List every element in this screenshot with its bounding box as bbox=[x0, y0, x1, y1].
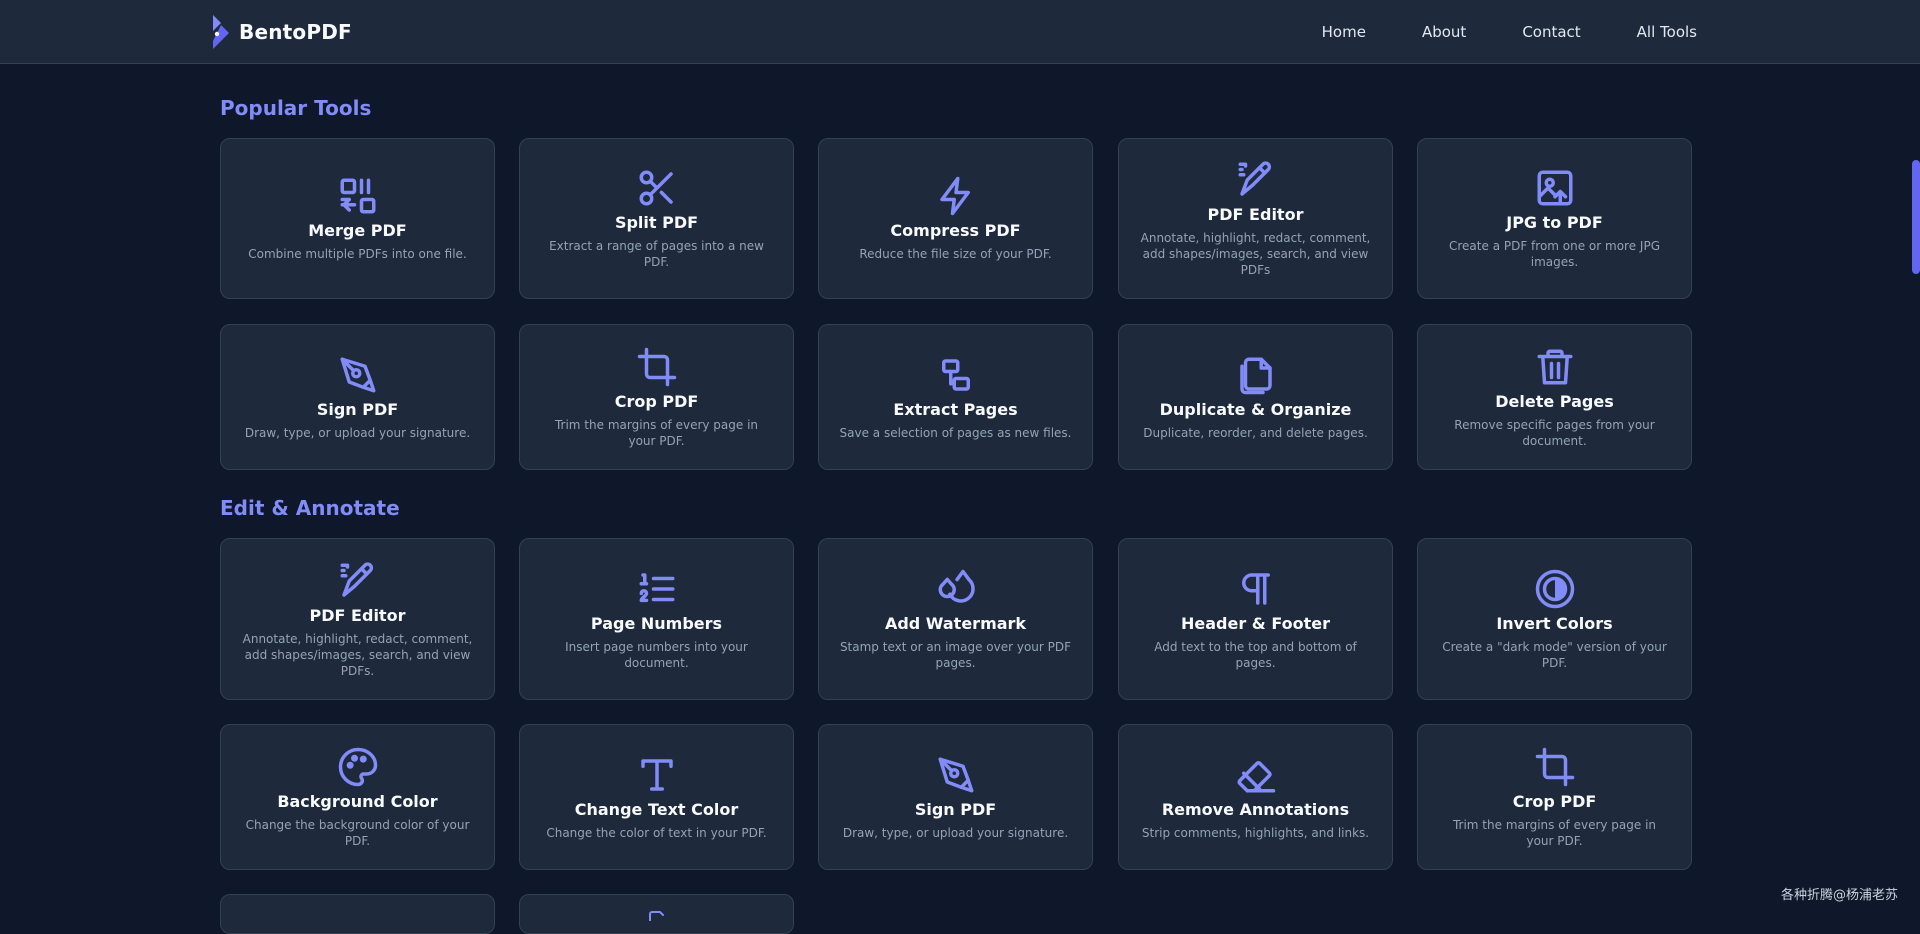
contrast-icon bbox=[1534, 568, 1576, 610]
tool-card-change-text-color[interactable]: Change Text Color Change the color of te… bbox=[519, 724, 794, 870]
tool-title: Invert Colors bbox=[1496, 613, 1613, 633]
tool-title: Compress PDF bbox=[890, 221, 1021, 240]
tool-title: Change Text Color bbox=[574, 799, 739, 819]
tool-card-jpg-to-pdf[interactable]: JPG to PDF Create a PDF from one or more… bbox=[1417, 138, 1692, 299]
bentopdf-logo-icon bbox=[213, 15, 229, 49]
tool-desc: Remove specific pages from your document… bbox=[1454, 417, 1655, 448]
tool-card-duplicate-organize[interactable]: Duplicate & Organize Duplicate, reorder,… bbox=[1118, 324, 1393, 470]
tool-title: Header & Footer bbox=[1181, 613, 1330, 633]
palette-icon bbox=[337, 746, 379, 788]
tool-card-add-watermark[interactable]: Add Watermark Stamp text or an image ove… bbox=[818, 538, 1093, 700]
tool-desc: Draw, type, or upload your signature. bbox=[244, 425, 471, 440]
top-navbar: BentoPDF Home About Contact All Tools bbox=[0, 0, 1920, 64]
tool-desc: Duplicate, reorder, and delete pages. bbox=[1143, 425, 1368, 440]
tool-title: PDF Editor bbox=[309, 605, 406, 625]
tool-desc: Add text to the top and bottom of pages. bbox=[1154, 639, 1357, 670]
section-title-popular: Popular Tools bbox=[220, 96, 372, 120]
tool-card-crop-pdf[interactable]: Crop PDF Trim the margins of every page … bbox=[519, 324, 794, 470]
tool-title: Remove Annotations bbox=[1161, 799, 1350, 819]
tool-desc: Create a "dark mode" version of your PDF… bbox=[1442, 639, 1667, 670]
nav-contact[interactable]: Contact bbox=[1522, 23, 1580, 41]
tool-card-invert-colors[interactable]: Invert Colors Create a "dark mode" versi… bbox=[1417, 538, 1692, 700]
nav-home[interactable]: Home bbox=[1322, 23, 1366, 41]
tool-title: Extract Pages bbox=[893, 399, 1018, 419]
tool-title: Add Watermark bbox=[884, 613, 1027, 633]
tool-desc: Annotate, highlight, redact, comment, ad… bbox=[242, 631, 473, 678]
tool-card-header-footer[interactable]: Header & Footer Add text to the top and … bbox=[1118, 538, 1393, 700]
tool-title: Delete Pages bbox=[1495, 391, 1614, 411]
tool-card-sign-pdf[interactable]: Sign PDF Draw, type, or upload your sign… bbox=[818, 724, 1093, 870]
signature-pen-icon bbox=[337, 354, 379, 396]
type-icon bbox=[636, 754, 678, 796]
signature-pen-icon bbox=[935, 754, 977, 796]
crop-icon bbox=[636, 346, 678, 388]
tool-desc: Save a selection of pages as new files. bbox=[839, 425, 1072, 440]
tool-title: Sign PDF bbox=[914, 799, 997, 819]
brand[interactable]: BentoPDF bbox=[209, 14, 352, 50]
copy-files-icon bbox=[1235, 354, 1277, 396]
nav-all-tools[interactable]: All Tools bbox=[1637, 23, 1697, 41]
tool-card-crop-pdf[interactable]: Crop PDF Trim the margins of every page … bbox=[1417, 724, 1692, 870]
tool-card-sign-pdf[interactable]: Sign PDF Draw, type, or upload your sign… bbox=[220, 324, 495, 470]
tool-desc: Create a PDF from one or more JPG images… bbox=[1449, 239, 1660, 269]
tool-title: Sign PDF bbox=[316, 399, 399, 419]
tool-card-pdf-editor[interactable]: PDF Editor Annotate, highlight, redact, … bbox=[220, 538, 495, 700]
watermark-text: 各种折腾@杨浦老苏 bbox=[1780, 888, 1898, 903]
tool-desc: Draw, type, or upload your signature. bbox=[842, 825, 1069, 840]
tool-card-split-pdf[interactable]: Split PDF Extract a range of pages into … bbox=[519, 138, 794, 299]
tool-card-extract-pages[interactable]: Extract Pages Save a selection of pages … bbox=[818, 324, 1093, 470]
tool-desc: Extract a range of pages into a new PDF. bbox=[549, 239, 764, 269]
main-nav: Home About Contact All Tools bbox=[1322, 0, 1697, 64]
tool-card-page-numbers[interactable]: Page Numbers Insert page numbers into yo… bbox=[519, 538, 794, 700]
tool-title: Merge PDF bbox=[308, 221, 407, 240]
tool-title: PDF Editor bbox=[1207, 205, 1304, 224]
extract-squares-icon bbox=[935, 354, 977, 396]
tool-desc: Trim the margins of every page in your P… bbox=[554, 417, 759, 448]
eraser-icon bbox=[1235, 754, 1277, 796]
image-upload-icon bbox=[1534, 167, 1576, 209]
scissors-icon bbox=[636, 167, 678, 209]
tool-desc: Strip comments, highlights, and links. bbox=[1141, 825, 1370, 840]
tool-title: Background Color bbox=[277, 791, 438, 811]
droplets-icon bbox=[935, 568, 977, 610]
tool-title: JPG to PDF bbox=[1506, 213, 1603, 232]
file-edit-icon bbox=[648, 911, 664, 921]
merge-icon bbox=[337, 175, 379, 217]
tool-title: Crop PDF bbox=[1512, 791, 1597, 811]
tool-title: Split PDF bbox=[614, 213, 699, 232]
tool-title: Duplicate & Organize bbox=[1159, 399, 1352, 419]
numbered-list-icon bbox=[636, 568, 678, 610]
tool-card-compress-pdf[interactable]: Compress PDF Reduce the file size of you… bbox=[818, 138, 1093, 299]
tool-desc: Insert page numbers into your document. bbox=[565, 639, 748, 670]
tool-card-background-color[interactable]: Background Color Change the background c… bbox=[220, 724, 495, 870]
tool-desc: Trim the margins of every page in your P… bbox=[1452, 817, 1657, 848]
tool-desc: Change the background color of your PDF. bbox=[245, 817, 470, 848]
brand-name: BentoPDF bbox=[239, 20, 352, 44]
tool-desc: Stamp text or an image over your PDF pag… bbox=[839, 639, 1072, 670]
trash-icon bbox=[1534, 346, 1576, 388]
tool-title: Crop PDF bbox=[614, 391, 699, 411]
tool-card-delete-pages[interactable]: Delete Pages Remove specific pages from … bbox=[1417, 324, 1692, 470]
tool-card-remove-annotations[interactable]: Remove Annotations Strip comments, highl… bbox=[1118, 724, 1393, 870]
pilcrow-icon bbox=[1235, 568, 1277, 610]
lightning-icon bbox=[935, 175, 977, 217]
tool-desc: Change the color of text in your PDF. bbox=[546, 825, 767, 840]
tool-card-pdf-editor[interactable]: PDF Editor Annotate, highlight, redact, … bbox=[1118, 138, 1393, 299]
tool-desc: Annotate, highlight, redact, comment, ad… bbox=[1140, 231, 1371, 277]
tool-card-merge-pdf[interactable]: Merge PDF Combine multiple PDFs into one… bbox=[220, 138, 495, 299]
tool-desc: Combine multiple PDFs into one file. bbox=[248, 247, 467, 261]
tool-card-partial[interactable] bbox=[519, 894, 794, 934]
crop-icon bbox=[1534, 746, 1576, 788]
nav-about[interactable]: About bbox=[1422, 23, 1466, 41]
tool-title: Page Numbers bbox=[590, 613, 723, 633]
pen-tool-icon bbox=[337, 560, 379, 602]
scrollbar-thumb[interactable] bbox=[1912, 160, 1920, 274]
tool-desc: Reduce the file size of your PDF. bbox=[859, 247, 1052, 261]
pen-tool-icon bbox=[1235, 159, 1277, 201]
tool-card-partial[interactable] bbox=[220, 894, 495, 934]
section-title-edit-annotate: Edit & Annotate bbox=[220, 496, 400, 520]
